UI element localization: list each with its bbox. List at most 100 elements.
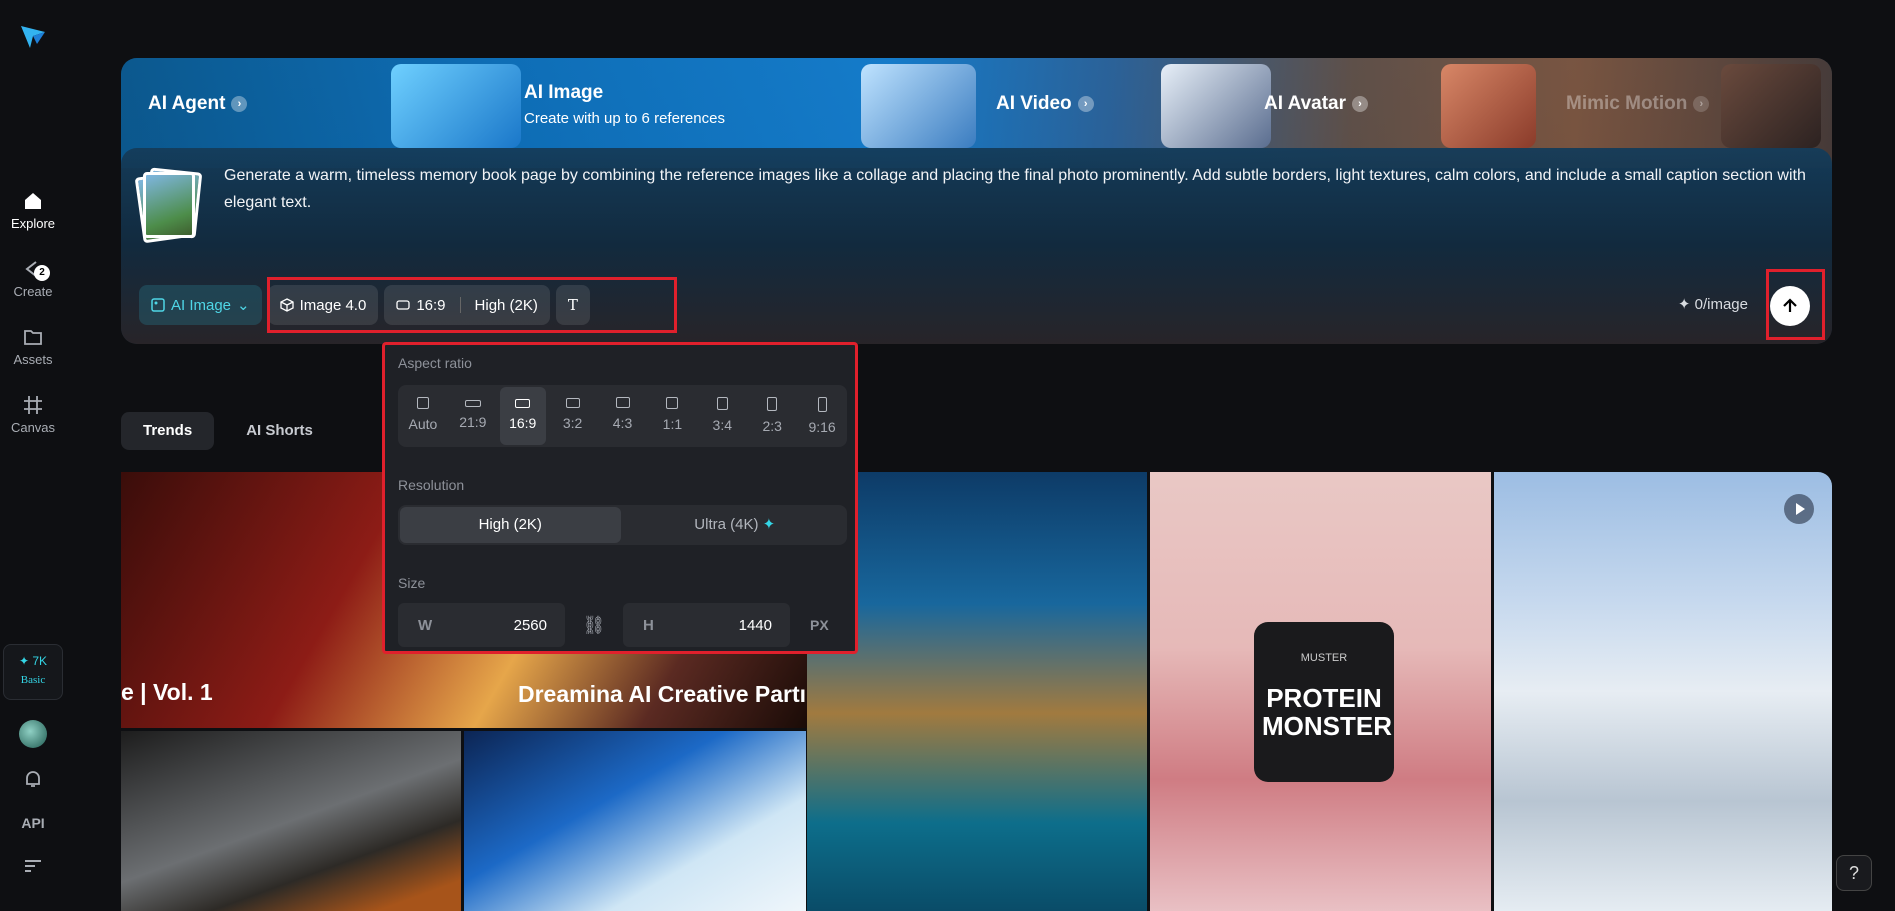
mimic-illustration (1721, 64, 1821, 148)
ratio-shape-icon (515, 399, 531, 408)
ratio-label: 1:1 (662, 416, 683, 432)
credits-panel[interactable]: ✦ 7K Basic (3, 644, 63, 700)
gallery-card[interactable]: PROTEIN MONSTER MUSTER (1150, 472, 1491, 911)
play-icon[interactable] (1784, 494, 1814, 524)
cost-label: ✦ 0/image (1677, 296, 1748, 313)
tab-mimic-motion[interactable]: Mimic Motion › (1566, 58, 1710, 150)
width-value: 2560 (513, 616, 547, 634)
gallery-card[interactable] (121, 731, 461, 911)
chevron-down-icon: ⌄ (237, 297, 250, 314)
mode-dropdown[interactable]: AI Image ⌄ (139, 285, 262, 325)
link-icon[interactable]: ⛓ (565, 615, 623, 636)
ratio-label: 9:16 (808, 419, 836, 435)
sidebar-item-explore[interactable]: Explore (0, 190, 66, 231)
folder-icon (24, 330, 42, 345)
tab-ai-agent[interactable]: AI Agent › (148, 58, 248, 150)
height-field[interactable]: H 1440 (623, 603, 790, 647)
ratio-option-4-3[interactable]: 4:3 (600, 387, 646, 445)
ratio-label: 4:3 (612, 415, 633, 431)
sidebar-item-assets[interactable]: Assets (0, 326, 66, 367)
trend-tabs: Trends AI Shorts (121, 412, 335, 450)
size-inputs: W 2560 ⛓ H 1440 PX (398, 603, 829, 647)
bell-icon[interactable] (22, 768, 44, 790)
ratio-label: 3:2 (562, 415, 583, 431)
ratio-option-2-3[interactable]: 2:3 (749, 387, 795, 445)
ratio-label: 21:9 (459, 414, 487, 430)
resolution-high[interactable]: High (2K) (400, 507, 621, 543)
ratio-shape-icon (767, 397, 778, 411)
ratio-shape-icon (817, 397, 827, 412)
ratio-option-21-9[interactable]: 21:9 (450, 387, 496, 445)
sidebar-item-create[interactable]: Create (0, 258, 66, 299)
reference-images[interactable] (134, 166, 203, 246)
help-button[interactable]: ? (1836, 855, 1872, 891)
sidebar: Explore Create 2 Assets Canvas ✦ 7K Basi… (0, 0, 66, 911)
chevron-right-icon: › (231, 96, 248, 112)
home-icon (25, 193, 41, 209)
gallery-card[interactable] (1494, 472, 1832, 911)
tab-ai-avatar[interactable]: AI Avatar › (1264, 58, 1369, 150)
ratio-option-1-1[interactable]: 1:1 (649, 387, 695, 445)
reference-thumb (143, 172, 195, 238)
api-link[interactable]: API (0, 815, 66, 831)
avatar-illustration (1441, 64, 1536, 148)
ratio-shape-icon (565, 398, 580, 408)
logo-icon[interactable] (19, 22, 47, 50)
width-field[interactable]: W 2560 (398, 603, 565, 647)
tab-ai-video[interactable]: AI Video › (996, 58, 1094, 150)
ratio-option-16-9[interactable]: 16:9 (499, 387, 546, 445)
highlight-box (1766, 269, 1825, 340)
sidebar-item-label: Assets (13, 352, 53, 367)
gallery-card[interactable] (807, 472, 1147, 911)
width-label: W (418, 616, 433, 634)
sidebar-item-label: Explore (10, 216, 56, 231)
ratio-label: Auto (408, 416, 438, 432)
ai-image-illustration (391, 64, 521, 148)
mode-label: AI Image (171, 296, 232, 314)
create-count-badge: 2 (34, 265, 50, 281)
ratio-label: 16:9 (509, 415, 537, 431)
ai-avatar-illustration (1161, 64, 1271, 148)
highlight-box (267, 277, 677, 333)
ratio-option-3-2[interactable]: 3:2 (550, 387, 596, 445)
tab-label: AI Avatar (1264, 93, 1347, 114)
tab-ai-shorts[interactable]: AI Shorts (224, 412, 335, 450)
ratio-option-9-16[interactable]: 9:16 (799, 387, 845, 445)
ratio-shape-icon (666, 397, 679, 409)
product-brand: MUSTER (1300, 652, 1348, 664)
avatar[interactable] (19, 720, 47, 748)
resolution-ultra[interactable]: Ultra (4K) ✦ (625, 507, 846, 543)
tab-label: Mimic Motion (1566, 93, 1688, 114)
tab-subtitle: Create with up to 6 references (524, 109, 725, 127)
ratio-option-3-4[interactable]: 3:4 (699, 387, 745, 445)
aspect-ratio-popup: Aspect ratio Auto 21:9 16:9 3:2 4:3 1:1 … (382, 342, 858, 654)
section-label: Aspect ratio (398, 355, 472, 371)
image-icon (151, 298, 165, 312)
resolution-options: High (2K) Ultra (4K) ✦ (398, 505, 847, 545)
tab-trends[interactable]: Trends (121, 412, 215, 450)
canvas-icon (24, 396, 42, 414)
section-label: Resolution (398, 477, 465, 493)
card-caption: Dreamina AI Creative Partı (518, 681, 807, 707)
sparkle-icon: ✦ (762, 516, 776, 533)
ratio-option-auto[interactable]: Auto (400, 387, 446, 445)
ratio-shape-icon (416, 397, 429, 409)
product-jar: PROTEIN MONSTER MUSTER (1254, 622, 1394, 782)
sidebar-item-canvas[interactable]: Canvas (0, 394, 66, 435)
tab-ai-image[interactable]: AI Image Create with up to 6 references (524, 58, 725, 150)
card-caption: e | Vol. 1 (121, 679, 213, 705)
menu-icon[interactable] (24, 859, 42, 873)
resolution-label: Ultra (4K) (694, 516, 759, 533)
prompt-input[interactable]: Generate a warm, timeless memory book pa… (224, 162, 1819, 216)
ratio-shape-icon (464, 400, 481, 407)
ratio-shape-icon (716, 397, 728, 410)
tab-label: AI Agent (148, 93, 226, 114)
chevron-right-icon: › (1693, 96, 1710, 112)
plan-label: Basic (20, 674, 46, 686)
gallery-card[interactable] (464, 731, 806, 911)
chevron-right-icon: › (1077, 96, 1094, 112)
aspect-ratio-options: Auto 21:9 16:9 3:2 4:3 1:1 3:4 2:3 9:16 (398, 385, 847, 447)
section-label: Size (398, 575, 426, 591)
ratio-label: 3:4 (712, 417, 733, 433)
ratio-label: 2:3 (762, 418, 782, 434)
